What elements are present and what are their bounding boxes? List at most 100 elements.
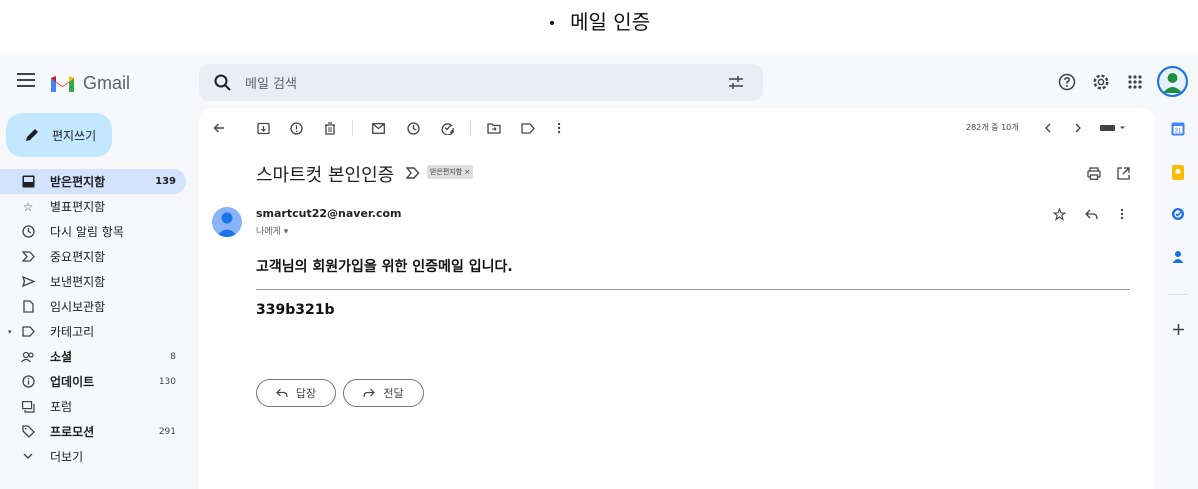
- sidebar-item-label: 더보기: [50, 450, 84, 464]
- message-body-heading: 고객님의 회원가입을 위한 인증메일 입니다.: [256, 259, 513, 275]
- report-spam-icon[interactable]: [288, 120, 304, 136]
- apps-grid-icon[interactable]: [1124, 69, 1146, 95]
- sidebar-item-snoozed[interactable]: 다시 알림 항목: [0, 219, 186, 244]
- forward-icon: [363, 388, 376, 398]
- search-input[interactable]: 메일 검색: [245, 73, 727, 92]
- compose-button[interactable]: 편지쓰기: [6, 113, 112, 157]
- forum-icon: [21, 400, 35, 414]
- message-view: 282개 중 10개 스마트컷 본인인증 받은편지함 × smartcut22@…: [199, 108, 1155, 489]
- label-icon[interactable]: [520, 120, 536, 136]
- search-options-icon[interactable]: [727, 74, 745, 92]
- open-new-window-icon[interactable]: [1115, 165, 1131, 181]
- pagination-text: 282개 중 10개: [966, 123, 1019, 132]
- sidebar-item-forums[interactable]: 포럼: [0, 394, 186, 419]
- gmail-app: Gmail 메일 검색 편지쓰기 받은편지함 139 ☆ 별표편지함 다시 알림…: [0, 55, 1198, 489]
- sidebar-item-label: 프로모션: [50, 425, 95, 439]
- reply-icon[interactable]: [1083, 206, 1099, 222]
- help-icon[interactable]: [1056, 69, 1078, 95]
- search-bar[interactable]: 메일 검색: [199, 64, 763, 101]
- keep-icon[interactable]: [1170, 164, 1186, 180]
- info-icon: [21, 375, 35, 389]
- sender-avatar[interactable]: [212, 207, 242, 237]
- inbox-label-chip[interactable]: 받은편지함 ×: [427, 165, 474, 179]
- important-marker-icon[interactable]: [406, 167, 420, 179]
- chevron-left-icon[interactable]: [1039, 120, 1055, 136]
- search-icon[interactable]: [213, 73, 233, 93]
- calendar-icon[interactable]: 31: [1170, 121, 1186, 137]
- inbox-icon: [21, 175, 35, 189]
- sidebar-item-count: 8: [170, 351, 176, 362]
- sidebar-item-label: 포럼: [50, 400, 73, 414]
- gmail-logo[interactable]: Gmail: [50, 71, 130, 95]
- sidebar-item-drafts[interactable]: 임시보관함: [0, 294, 186, 319]
- delete-icon[interactable]: [322, 120, 338, 136]
- compose-label: 편지쓰기: [52, 128, 97, 143]
- sidebar-item-count: 130: [158, 376, 176, 387]
- verification-code: 339b321b: [256, 302, 335, 318]
- move-to-icon[interactable]: [486, 120, 502, 136]
- tag-icon: [21, 425, 35, 439]
- gmail-logo-text: Gmail: [83, 72, 131, 93]
- sidebar-item-label: 임시보관함: [50, 300, 106, 314]
- sidebar-item-count: 291: [158, 426, 176, 437]
- sidebar-item-count: 139: [155, 176, 176, 187]
- sidebar-item-label: 카테고리: [50, 325, 95, 339]
- sidebar-item-inbox[interactable]: 받은편지함 139: [0, 169, 186, 194]
- sidebar-item-label: 보낸편지함: [50, 275, 106, 289]
- toolbar-divider: [470, 120, 471, 136]
- contacts-icon[interactable]: [1170, 249, 1186, 265]
- expand-caret-icon[interactable]: ▾: [8, 328, 12, 336]
- svg-text:31: 31: [1175, 129, 1182, 135]
- sidebar-item-updates[interactable]: 업데이트 130: [0, 369, 186, 394]
- star-icon: ☆: [22, 199, 34, 214]
- sidebar-item-label: 중요편지함: [50, 250, 106, 264]
- sidebar-item-important[interactable]: 중요편지함: [0, 244, 186, 269]
- caption-bullet: •: [547, 15, 557, 32]
- sidebar-item-more[interactable]: 더보기: [0, 444, 186, 469]
- add-addon-icon[interactable]: [1170, 321, 1186, 337]
- caption-text: 메일 인증: [570, 10, 651, 34]
- back-arrow-icon[interactable]: [211, 120, 227, 136]
- caption: • 메일 인증: [0, 0, 1198, 40]
- tasks-icon[interactable]: [1170, 206, 1186, 222]
- archive-icon[interactable]: [255, 120, 271, 136]
- sidebar-item-starred[interactable]: ☆ 별표편지함: [0, 194, 186, 219]
- people-icon: [21, 350, 35, 364]
- sidebar-item-promotions[interactable]: 프로모션 291: [0, 419, 186, 444]
- send-icon: [21, 275, 35, 289]
- reply-button[interactable]: 답장: [256, 379, 336, 407]
- recipient-dropdown[interactable]: 나에게 ▾: [256, 224, 288, 237]
- main-menu-icon[interactable]: [17, 72, 39, 92]
- settings-icon[interactable]: [1090, 69, 1112, 95]
- clock-icon: [21, 225, 35, 239]
- more-vertical-icon[interactable]: [551, 120, 567, 136]
- snooze-icon[interactable]: [405, 120, 421, 136]
- account-avatar[interactable]: [1157, 66, 1188, 97]
- sender-email[interactable]: smartcut22@naver.com: [256, 207, 402, 220]
- sidebar-item-label: 소셜: [50, 350, 73, 364]
- input-tools-icon[interactable]: [1099, 120, 1127, 136]
- more-vertical-icon[interactable]: [1114, 206, 1130, 222]
- sidebar-item-label: 업데이트: [50, 375, 95, 389]
- sidebar-item-categories[interactable]: ▾ 카테고리: [0, 319, 186, 344]
- sidebar-item-social[interactable]: 소셜 8: [0, 344, 186, 369]
- add-task-icon[interactable]: [440, 120, 456, 136]
- label-icon: [21, 325, 35, 339]
- sidebar-item-sent[interactable]: 보낸편지함: [0, 269, 186, 294]
- toolbar-divider: [352, 120, 353, 136]
- rail-divider: [1168, 294, 1188, 295]
- print-icon[interactable]: [1086, 165, 1102, 181]
- sidebar-item-label: 별표편지함: [50, 200, 106, 214]
- forward-button[interactable]: 전달: [343, 379, 424, 407]
- pencil-icon: [26, 129, 38, 141]
- forward-label: 전달: [383, 387, 404, 400]
- mark-unread-icon[interactable]: [370, 120, 386, 136]
- message-subject: 스마트컷 본인인증: [256, 165, 395, 186]
- important-icon: [21, 250, 35, 264]
- chevron-right-icon[interactable]: [1070, 120, 1086, 136]
- gmail-m-icon: [51, 75, 74, 92]
- reply-icon: [276, 388, 288, 398]
- sidebar-item-label: 다시 알림 항목: [50, 225, 124, 239]
- star-icon[interactable]: [1051, 206, 1067, 222]
- chevron-down-icon: [21, 450, 35, 464]
